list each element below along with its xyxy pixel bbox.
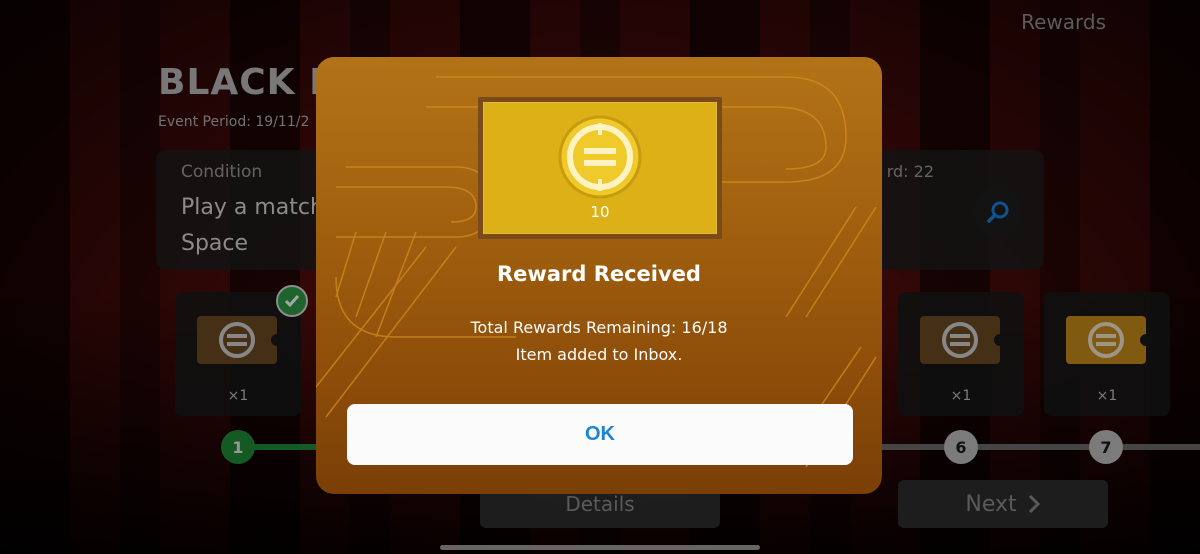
ok-button[interactable]: OK: [347, 404, 853, 465]
reward-received-dialog: 10 Reward Received Total Rewards Remaini…: [316, 57, 882, 494]
reward-card-inner: 10: [483, 102, 717, 234]
rewards-remaining-text: Total Rewards Remaining: 16/18: [470, 318, 728, 337]
efootball-coin-icon: [558, 115, 642, 199]
reward-card: 10: [478, 97, 722, 239]
coin-value: 10: [590, 203, 610, 221]
inbox-message: Item added to Inbox.: [515, 345, 683, 364]
dialog-message: Total Rewards Remaining: 16/18 Item adde…: [316, 314, 882, 368]
home-indicator: [440, 545, 760, 550]
dialog-title: Reward Received: [497, 262, 701, 286]
